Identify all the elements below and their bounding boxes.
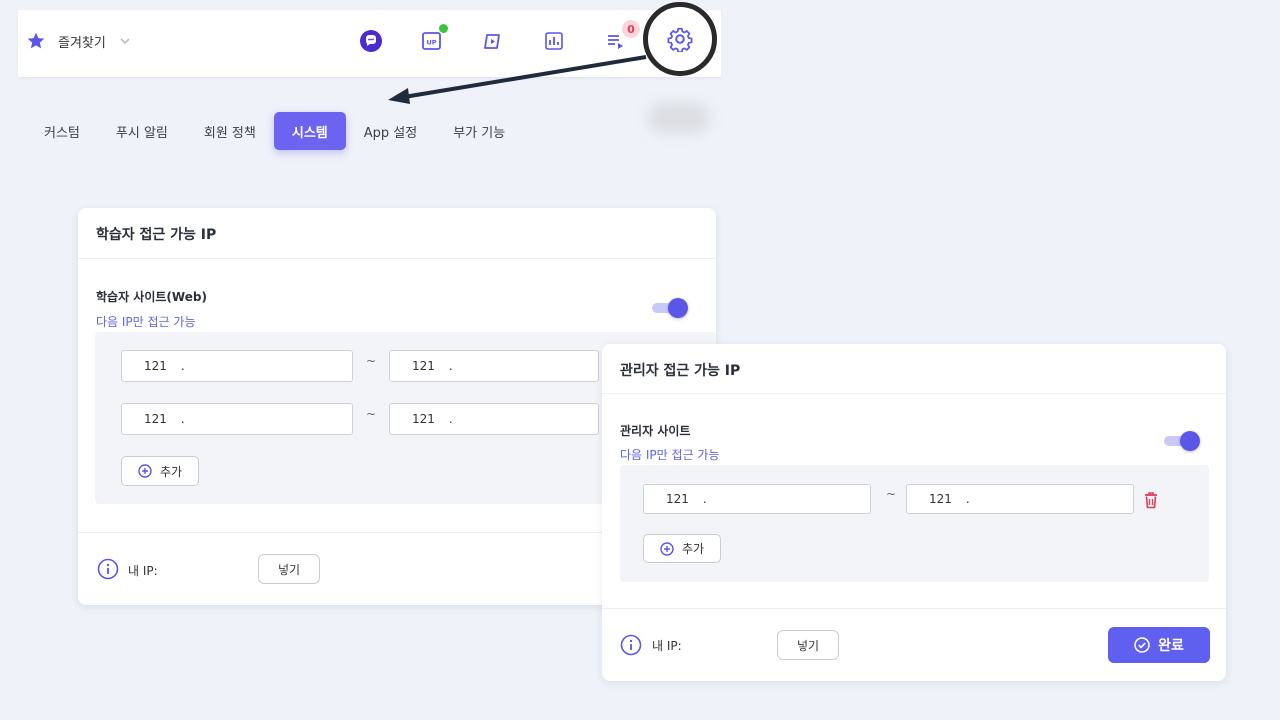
trash-icon[interactable] — [1143, 491, 1159, 509]
top-bar: 즐겨찾기 UP 0 — [18, 10, 721, 78]
my-ip-label: 내 IP: — [652, 639, 682, 653]
star-icon — [27, 32, 45, 49]
info-icon — [620, 634, 642, 656]
learner-ip-toggle[interactable] — [652, 298, 688, 318]
admin-site-title: 관리자 사이트 — [620, 424, 691, 438]
chevron-down-icon — [120, 38, 130, 45]
chart-icon[interactable] — [541, 28, 567, 54]
settings-icon[interactable] — [667, 26, 693, 52]
range-tilde: ~ — [886, 487, 897, 501]
admin-ip-card: 관리자 접근 가능 IP 관리자 사이트 다음 IP만 접근 가능 121. ~… — [602, 344, 1226, 681]
chat-icon[interactable] — [358, 28, 384, 54]
ip-value: 121 — [412, 359, 435, 373]
check-circle-icon — [1134, 637, 1150, 653]
uplus-icon[interactable]: UP — [419, 24, 448, 54]
favorites-label: 즐겨찾기 — [58, 35, 106, 51]
ip-dot: . — [448, 412, 453, 426]
admin-insert-button[interactable]: 넣기 — [777, 630, 839, 660]
favorites-dropdown[interactable]: 즐겨찾기 — [26, 29, 132, 53]
done-button[interactable]: 완료 — [1108, 627, 1210, 663]
ip-value: 121 — [412, 412, 435, 426]
info-icon — [97, 558, 119, 580]
tab-extras[interactable]: 부가 기능 — [435, 112, 523, 150]
done-label: 완료 — [1158, 638, 1184, 654]
ip-value: 121 — [144, 412, 167, 426]
learner-card-title: 학습자 접근 가능 IP — [96, 227, 217, 243]
ip-dot: . — [448, 359, 453, 373]
admin-card-title: 관리자 접근 가능 IP — [620, 363, 741, 379]
admin-ip-to-1[interactable]: 121. — [906, 484, 1134, 514]
admin-ip-from-1[interactable]: 121. — [643, 484, 871, 514]
plus-circle-icon — [138, 464, 152, 478]
learner-site-title: 학습자 사이트(Web) — [96, 290, 207, 304]
divider — [78, 258, 716, 259]
queue-icon[interactable]: 0 — [602, 20, 640, 54]
tab-push[interactable]: 푸시 알림 — [98, 112, 186, 150]
learner-ip-from-1[interactable]: 121. — [121, 350, 353, 382]
ip-value: 121 — [929, 492, 952, 506]
range-tilde: ~ — [366, 354, 377, 368]
admin-site-desc: 다음 IP만 접근 가능 — [620, 448, 720, 462]
learner-add-button[interactable]: 추가 — [121, 456, 199, 486]
ip-dot: . — [702, 492, 707, 506]
settings-highlight-circle — [643, 2, 717, 76]
tab-app-settings[interactable]: App 설정 — [346, 112, 435, 150]
learner-ip-to-2[interactable]: 121. — [389, 403, 599, 435]
blurred-element — [648, 103, 710, 133]
add-label: 추가 — [681, 542, 705, 556]
queue-badge: 0 — [622, 20, 640, 38]
ip-dot: . — [965, 492, 970, 506]
admin-ip-list — [620, 465, 1209, 582]
add-label: 추가 — [159, 464, 183, 479]
ip-dot: . — [180, 412, 185, 426]
learner-ip-from-2[interactable]: 121. — [121, 403, 353, 435]
divider — [602, 393, 1226, 394]
tab-system[interactable]: 시스템 — [273, 112, 346, 150]
svg-text:UP: UP — [426, 39, 436, 47]
range-tilde: ~ — [366, 407, 377, 421]
learner-insert-button[interactable]: 넣기 — [258, 554, 320, 584]
my-ip-label: 내 IP: — [128, 564, 158, 578]
plus-circle-icon — [660, 541, 674, 556]
settings-tabs: 커스텀 푸시 알림 회원 정책 시스템 App 설정 부가 기능 — [26, 112, 523, 150]
admin-add-button[interactable]: 추가 — [643, 534, 721, 563]
admin-ip-toggle[interactable] — [1164, 431, 1200, 451]
video-icon[interactable] — [480, 28, 506, 54]
tab-custom[interactable]: 커스텀 — [26, 112, 98, 150]
ip-value: 121 — [144, 359, 167, 373]
tab-member-policy[interactable]: 회원 정책 — [186, 112, 274, 150]
ip-dot: . — [180, 359, 185, 373]
ip-value: 121 — [666, 492, 689, 506]
divider — [602, 608, 1226, 609]
online-dot — [439, 24, 448, 33]
learner-site-desc: 다음 IP만 접근 가능 — [96, 315, 196, 329]
learner-ip-to-1[interactable]: 121. — [389, 350, 599, 382]
